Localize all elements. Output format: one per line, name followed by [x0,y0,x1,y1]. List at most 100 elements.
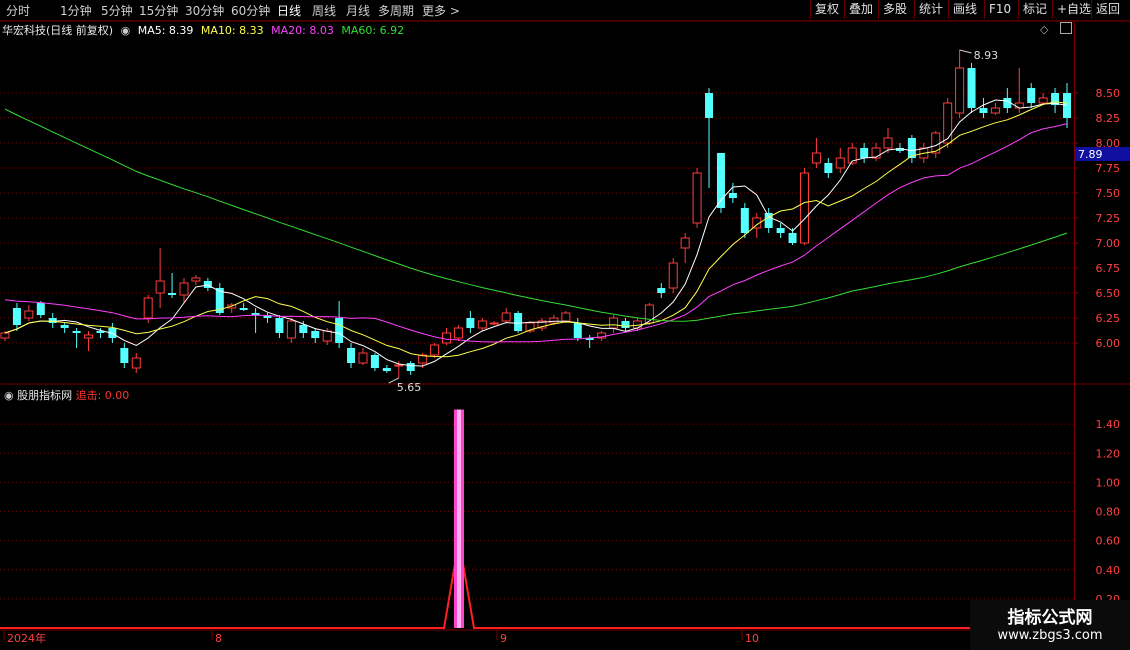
candle-body-up [692,172,702,224]
high-label: 8.93 [974,49,999,62]
candle-body-down [514,313,523,331]
price-tick-label: 6.75 [1096,262,1121,275]
candle-body-up [155,280,165,294]
candle-body-down [860,148,869,158]
price-axis: 8.508.258.007.757.507.257.006.756.506.25… [3,87,1130,645]
low-label: 5.65 [397,381,422,394]
candle-body-down [967,68,976,108]
candle-body-up [799,172,809,244]
candle-body-down [1027,88,1036,103]
candle-body-down [168,293,177,295]
candle-body-up [549,317,559,324]
candle-body-down [979,108,988,113]
candle-body-up [143,297,153,319]
window-toggle-icon[interactable] [1060,22,1072,34]
candle-body-down [12,308,21,325]
candle-body-up [561,312,571,322]
candle-body-up [835,157,845,169]
candle-body-up [191,277,201,282]
candle-body-down [60,325,69,328]
candle-body-down [1063,93,1071,118]
indicator-tick-label: 1.00 [1096,476,1121,489]
indicator-collapse-icon[interactable]: ◉ [4,389,14,402]
diamond-icon[interactable]: ◇ [1040,23,1048,36]
candle-body-down [120,348,129,363]
candle-body-down [776,228,785,233]
indicator-tick-label: 0.60 [1096,535,1121,548]
date-label: 8 [215,632,222,645]
candle-body-up [394,364,404,367]
ma5-line [4,99,1068,367]
candle-body-up [131,357,141,369]
ma60-label: MA60: 6.92 [341,24,405,37]
moving-averages: 8.93 5.65 [4,49,1068,394]
candle-body-up [286,320,296,339]
watermark-url: www.zbgs3.com [997,628,1103,643]
indicator-tick-label: 1.40 [1096,418,1121,431]
candle-body-up [644,304,654,324]
ma10-label: MA10: 8.33 [200,24,264,37]
candle-body-up [24,310,34,319]
kline-chart[interactable]: 8.935.65 8.508.258.007.757.507.257.006.7… [0,0,1130,650]
price-tick-label: 6.00 [1096,337,1121,350]
candle-body-down [788,233,797,243]
price-tick-label: 7.00 [1096,237,1121,250]
candle-body-down [251,313,260,315]
candle-body-up [609,317,619,329]
date-label: 10 [745,632,759,645]
collapse-icon[interactable]: ◉ [121,24,131,37]
candle-body-up [322,330,332,342]
candle-body-up [1038,97,1048,104]
candle-body-down [370,355,379,368]
candle-body-down [621,321,630,328]
candle-body-up [811,152,821,164]
price-tick-label: 8.25 [1096,112,1121,125]
date-label: 2024年 [7,631,46,645]
candle-body-up [358,352,368,364]
price-tick-label: 7.25 [1096,212,1121,225]
candle-body-up [477,320,487,329]
candle-body-down [657,288,666,293]
candle-body-down [347,348,356,363]
candle-body-down [573,323,582,338]
candle-body-down [36,303,45,315]
candle-body-up [84,334,94,339]
candle-body-down [728,193,737,198]
candle-body-down [466,318,475,328]
candle-body-down [239,308,248,310]
indicator-pulse-core [457,409,461,628]
candle-body-up [883,137,893,149]
candle-body-down [335,318,344,343]
candle-body-down [824,163,833,173]
high-marker [959,49,972,54]
current-price-label: 7.89 [1078,148,1103,161]
stock-title: 华宏科技(日线 前复权) [2,24,114,37]
candle-body-down [311,331,320,338]
ma20-label: MA20: 8.03 [271,24,334,37]
candle-body-down [72,331,81,333]
candle-body-up [501,312,511,322]
indicator-tick-label: 0.80 [1096,506,1121,519]
watermark: 指标公式网 www.zbgs3.com [970,600,1130,650]
date-label: 9 [500,632,507,645]
candle-body-up [0,332,10,339]
indicator-line [0,540,1074,629]
indicator-name: 股朋指标网 [17,389,73,402]
ma5-label: MA5: 8.39 [137,24,194,37]
candle-body-down [740,208,749,233]
candle-body-down [705,93,714,118]
price-tick-label: 7.50 [1096,187,1121,200]
candle-body-down [382,368,391,371]
candle-body-down [48,318,57,323]
indicator-value: 追击: 0.00 [75,389,130,402]
candle-body-up [680,237,690,249]
candle-body-up [489,322,499,325]
candle-body-up [442,332,452,344]
price-tick-label: 6.25 [1096,312,1121,325]
candle-body-up [990,107,1000,114]
indicator-plot [0,409,1074,629]
indicator-tick-label: 0.40 [1096,564,1121,577]
candle-body-down [275,318,284,333]
candle-body-up [179,282,189,296]
candle-body-down [299,325,308,333]
